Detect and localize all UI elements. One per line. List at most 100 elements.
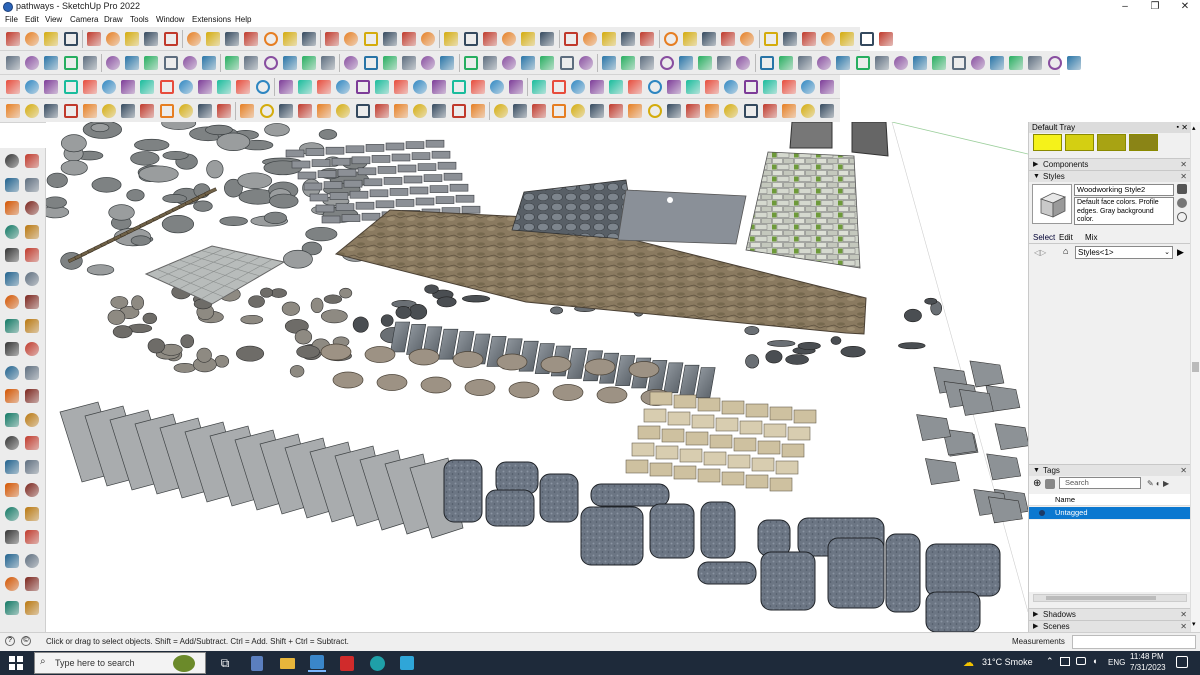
shadows-header[interactable]: ▶ Shadows ✕ (1029, 608, 1191, 620)
toolbar-tool-icon[interactable] (373, 78, 391, 96)
left-tool-icon[interactable] (23, 552, 41, 570)
create-style-icon[interactable] (1177, 198, 1187, 208)
paving-stone[interactable] (697, 561, 757, 585)
toolbar-tool-icon[interactable] (530, 78, 548, 96)
paving-stone[interactable] (395, 306, 412, 319)
toolbar-tool-icon[interactable] (300, 54, 318, 72)
toolbar-tool-icon[interactable] (119, 102, 137, 120)
paving-stone[interactable] (289, 365, 305, 378)
paving-stone[interactable] (679, 364, 700, 396)
show-hidden-icons-icon[interactable]: ⌃ (1046, 656, 1054, 667)
toolbar-tool-icon[interactable] (569, 78, 587, 96)
toolbar-tool-icon[interactable] (500, 30, 518, 48)
paving-stone[interactable] (264, 123, 290, 137)
toolbar-tool-icon[interactable] (703, 78, 721, 96)
toolbar-tool-icon[interactable] (23, 78, 41, 96)
paving-stone[interactable] (769, 477, 793, 492)
menu-draw[interactable]: Draw (104, 15, 123, 24)
paving-stone[interactable] (745, 474, 769, 489)
toolbar-tool-icon[interactable] (558, 54, 576, 72)
toolbar-tool-icon[interactable] (185, 30, 203, 48)
credits-icon[interactable]: © (21, 636, 31, 646)
styles-header[interactable]: ▼ Styles ✕ (1029, 170, 1191, 182)
paving-stone[interactable] (130, 151, 160, 166)
toolbar-tool-icon[interactable] (450, 78, 468, 96)
paving-stone[interactable] (248, 295, 265, 308)
paving-stone[interactable] (173, 363, 196, 373)
toolbar-tool-icon[interactable] (411, 78, 429, 96)
paving-stone[interactable] (655, 445, 679, 460)
toolbar-tool-icon[interactable] (181, 54, 199, 72)
minimize-button[interactable]: – (1110, 0, 1140, 14)
paving-stone[interactable] (745, 354, 760, 369)
toolbar-tool-icon[interactable] (62, 54, 80, 72)
toolbar-tool-icon[interactable] (373, 102, 391, 120)
toolbar-tool-icon[interactable] (799, 78, 817, 96)
paving-stone[interactable] (112, 325, 133, 339)
paving-stone[interactable] (339, 287, 353, 299)
calculator-icon[interactable] (248, 654, 266, 672)
left-tool-icon[interactable] (3, 246, 21, 264)
paving-stone[interactable] (727, 454, 751, 469)
paving-stone[interactable] (550, 306, 563, 315)
edge-browser-icon[interactable] (368, 654, 386, 672)
paving-stone[interactable] (986, 453, 1022, 481)
toolbar-tool-icon[interactable] (799, 102, 817, 120)
toolbar-tool-icon[interactable] (138, 102, 156, 120)
clock-time[interactable]: 11:48 PM (1130, 652, 1164, 661)
paving-stone[interactable] (364, 346, 396, 363)
menu-file[interactable]: File (5, 15, 18, 24)
left-tool-icon[interactable] (3, 317, 21, 335)
paving-stone[interactable] (235, 345, 265, 362)
paving-stone[interactable] (390, 321, 411, 353)
paving-stone[interactable] (924, 297, 938, 305)
toolbar-tool-icon[interactable] (334, 102, 352, 120)
refresh-icon[interactable] (1177, 212, 1187, 222)
tray-scrollbar[interactable]: ▴ ▾ (1190, 122, 1200, 632)
toolbar-tool-icon[interactable] (638, 54, 656, 72)
paving-stone[interactable] (438, 328, 459, 360)
paving-stone[interactable] (461, 294, 491, 303)
toolbar-tool-icon[interactable] (177, 102, 195, 120)
left-tool-icon[interactable] (3, 199, 21, 217)
toolbar-tool-icon[interactable] (354, 102, 372, 120)
toolbar-tool-icon[interactable] (800, 30, 818, 48)
paving-stone[interactable] (395, 199, 415, 207)
paving-stone[interactable] (584, 358, 616, 376)
paving-stone[interactable] (383, 177, 403, 185)
toolbar-tool-icon[interactable] (646, 78, 664, 96)
toolbar-tool-icon[interactable] (430, 78, 448, 96)
paving-stone[interactable] (297, 171, 317, 180)
toolbar-tool-icon[interactable] (104, 54, 122, 72)
paving-stone[interactable] (590, 483, 670, 507)
left-tool-icon[interactable] (23, 505, 41, 523)
left-tool-icon[interactable] (23, 293, 41, 311)
paving-stone[interactable] (649, 503, 695, 559)
paving-stone[interactable] (508, 381, 540, 399)
color-swatch[interactable] (1129, 134, 1158, 151)
toolbar-tool-icon[interactable] (296, 78, 314, 96)
toolbar-tool-icon[interactable] (969, 54, 987, 72)
toolbar-tool-icon[interactable] (696, 54, 714, 72)
paving-stone[interactable] (628, 361, 660, 378)
paving-stone[interactable] (415, 197, 435, 206)
paving-stone[interactable] (436, 296, 457, 308)
left-tool-icon[interactable] (23, 270, 41, 288)
toolbar-tool-icon[interactable] (758, 54, 776, 72)
menu-edit[interactable]: Edit (25, 15, 39, 24)
paving-stone[interactable] (435, 196, 455, 204)
toolbar-tool-icon[interactable] (780, 102, 798, 120)
tags-horizontal-scrollbar[interactable] (1033, 594, 1187, 602)
toolbar-tool-icon[interactable] (462, 30, 480, 48)
toolbar-tool-icon[interactable] (223, 30, 241, 48)
paving-stone[interactable] (318, 129, 338, 140)
paving-stone[interactable] (781, 443, 805, 458)
paving-stone[interactable] (332, 371, 364, 389)
toolbar-tool-icon[interactable] (323, 30, 341, 48)
toolbar-tool-icon[interactable] (815, 54, 833, 72)
paving-stone[interactable] (285, 149, 305, 158)
toolbar-tool-icon[interactable] (177, 78, 195, 96)
left-tool-icon[interactable] (3, 599, 21, 617)
paving-stone[interactable] (161, 215, 195, 234)
toolbar-tool-icon[interactable] (85, 30, 103, 48)
